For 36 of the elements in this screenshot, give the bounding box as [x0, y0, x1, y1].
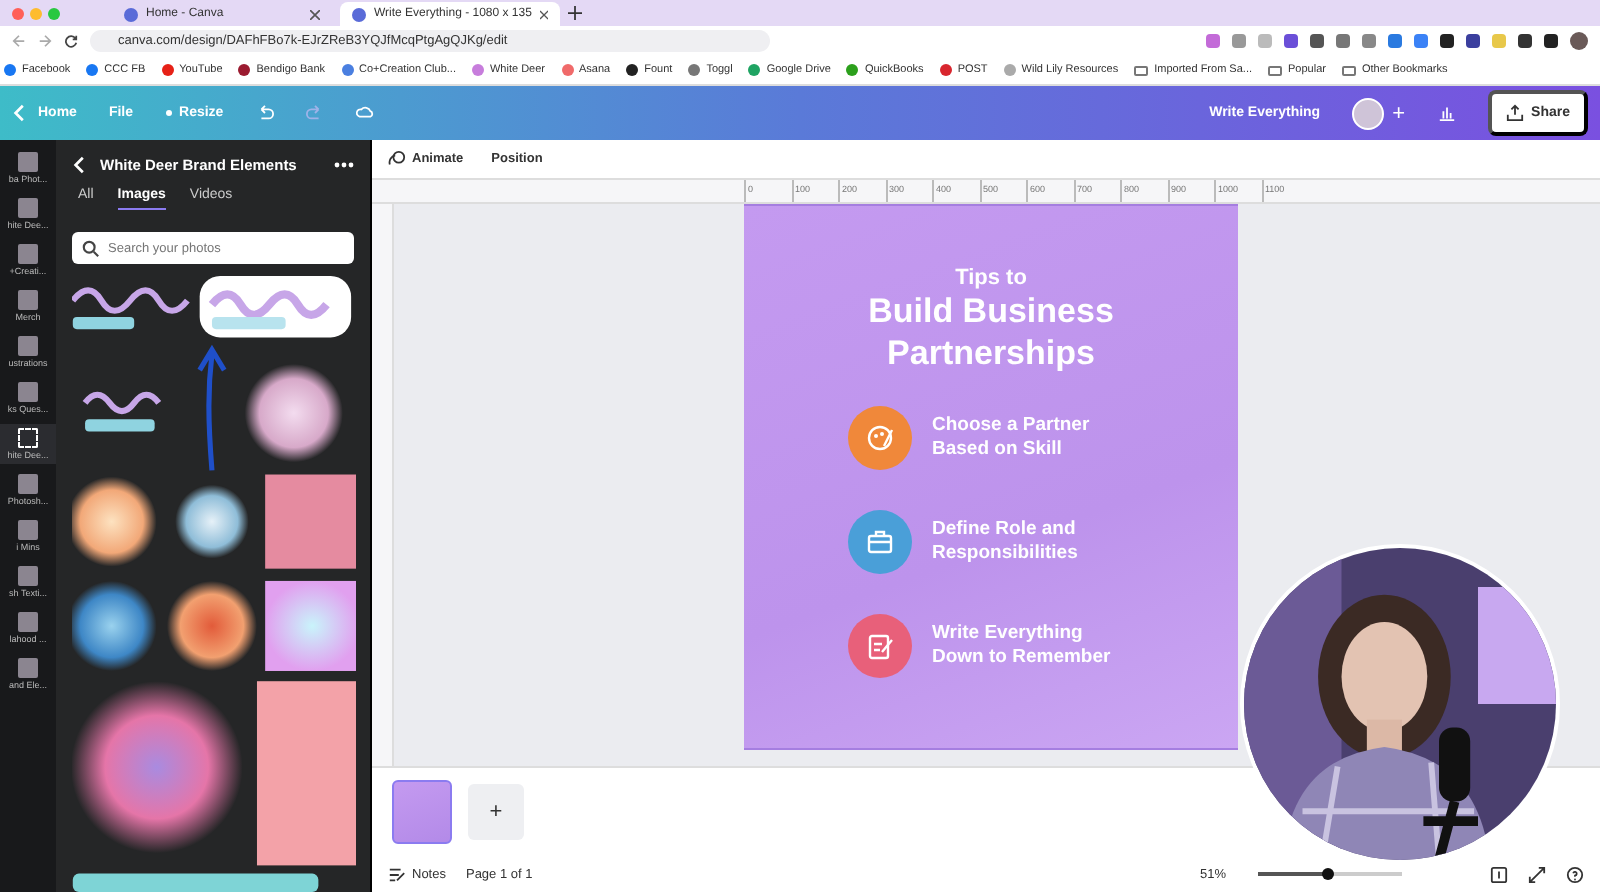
animate-icon — [388, 150, 406, 168]
upload-icon — [1505, 104, 1524, 122]
briefcase-icon — [866, 528, 894, 556]
add-collaborator-button[interactable]: + — [1392, 101, 1406, 125]
notes-icon — [388, 865, 406, 883]
reload-icon[interactable] — [64, 34, 78, 48]
close-tab-icon[interactable] — [539, 9, 548, 19]
forward-icon[interactable] — [38, 34, 52, 48]
design-subtitle: Tips to — [955, 266, 1027, 290]
cloud-icon — [355, 104, 374, 122]
design-title-text: Build Business — [868, 290, 1114, 332]
expand-icon — [1528, 865, 1546, 883]
more-icon[interactable] — [334, 161, 354, 167]
user-avatar[interactable] — [1352, 97, 1385, 129]
new-tab-icon[interactable] — [568, 6, 582, 20]
back-icon[interactable] — [12, 34, 26, 48]
back-icon — [72, 155, 90, 173]
palette-icon — [866, 424, 894, 452]
tip-text: Choose a Partner Based on Skill — [932, 414, 1092, 462]
notepad-icon — [866, 632, 894, 660]
slider-thumb[interactable] — [1322, 868, 1335, 880]
help-icon — [1566, 865, 1584, 883]
close-tab-icon[interactable] — [310, 9, 320, 19]
add-page-button[interactable]: + — [468, 784, 524, 840]
tip-text: Write Everything Down to Remember — [932, 622, 1113, 670]
back-icon — [12, 104, 30, 122]
undo-icon — [255, 104, 274, 122]
search-icon — [82, 240, 100, 258]
page-thumbnail[interactable] — [392, 780, 452, 844]
tip-text: Define Role and Responsibilities — [932, 518, 1080, 566]
design-title-text: Partnerships — [887, 332, 1095, 374]
redo-icon — [305, 104, 324, 122]
page-icon — [1490, 865, 1508, 883]
bar-chart-icon — [1437, 104, 1456, 122]
profile-avatar[interactable] — [1570, 32, 1588, 50]
close-window-button[interactable] — [12, 7, 24, 19]
